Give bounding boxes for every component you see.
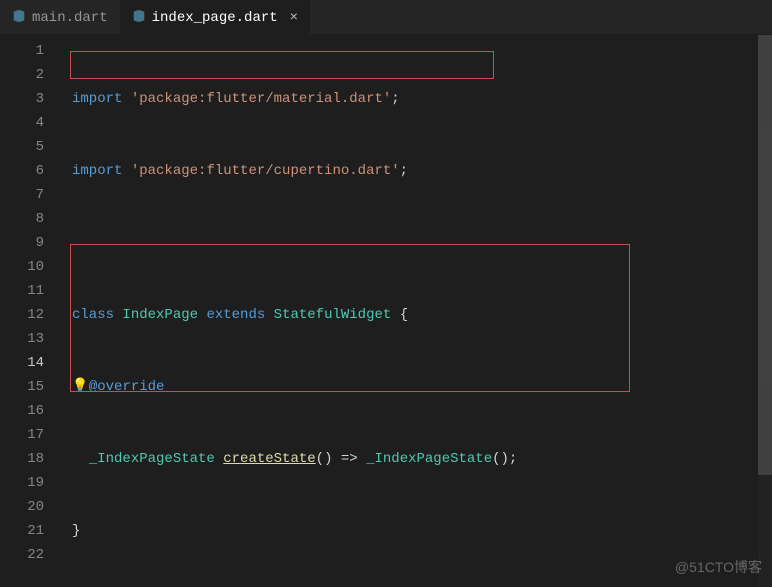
code-line (60, 231, 772, 255)
lightbulb-icon[interactable]: 💡 (72, 378, 88, 393)
code-line: import 'package:flutter/cupertino.dart'; (60, 159, 772, 183)
tab-main-dart[interactable]: main.dart (0, 0, 120, 35)
line-number: 9 (0, 231, 44, 255)
line-number: 6 (0, 159, 44, 183)
file-icon (12, 9, 26, 27)
scrollbar-thumb[interactable] (758, 35, 772, 475)
line-number: 11 (0, 279, 44, 303)
code-line: class IndexPage extends StatefulWidget { (60, 303, 772, 327)
close-icon[interactable]: × (290, 10, 298, 26)
line-number-gutter: 1 2 3 4 5 6 7 8 9 10 11 12 13 14 15 16 1… (0, 35, 60, 587)
vertical-scrollbar[interactable] (758, 35, 772, 587)
line-number: 21 (0, 519, 44, 543)
line-number: 19 (0, 471, 44, 495)
line-number: 7 (0, 183, 44, 207)
tab-bar: main.dart index_page.dart × (0, 0, 772, 35)
tab-label: index_page.dart (152, 10, 278, 26)
line-number: 20 (0, 495, 44, 519)
code-line: import 'package:flutter/material.dart'; (60, 87, 772, 111)
line-number: 2 (0, 63, 44, 87)
line-number: 22 (0, 543, 44, 567)
code-line: _IndexPageState createState() => _IndexP… (60, 447, 772, 471)
line-number: 4 (0, 111, 44, 135)
line-number: 3 (0, 87, 44, 111)
line-number: 17 (0, 423, 44, 447)
line-number: 15 (0, 375, 44, 399)
line-number: 14 (0, 351, 44, 375)
code-line: } (60, 519, 772, 543)
code-editor[interactable]: 1 2 3 4 5 6 7 8 9 10 11 12 13 14 15 16 1… (0, 35, 772, 587)
line-number: 16 (0, 399, 44, 423)
watermark: @51CTO博客 (675, 557, 762, 577)
code-line: @override (60, 375, 772, 399)
line-number: 1 (0, 39, 44, 63)
tab-index-page-dart[interactable]: index_page.dart × (120, 0, 310, 35)
tab-label: main.dart (32, 10, 108, 26)
file-icon (132, 9, 146, 27)
line-number: 12 (0, 303, 44, 327)
code-area[interactable]: import 'package:flutter/material.dart'; … (60, 35, 772, 587)
line-number: 8 (0, 207, 44, 231)
line-number: 10 (0, 255, 44, 279)
line-number: 18 (0, 447, 44, 471)
line-number: 5 (0, 135, 44, 159)
line-number: 13 (0, 327, 44, 351)
